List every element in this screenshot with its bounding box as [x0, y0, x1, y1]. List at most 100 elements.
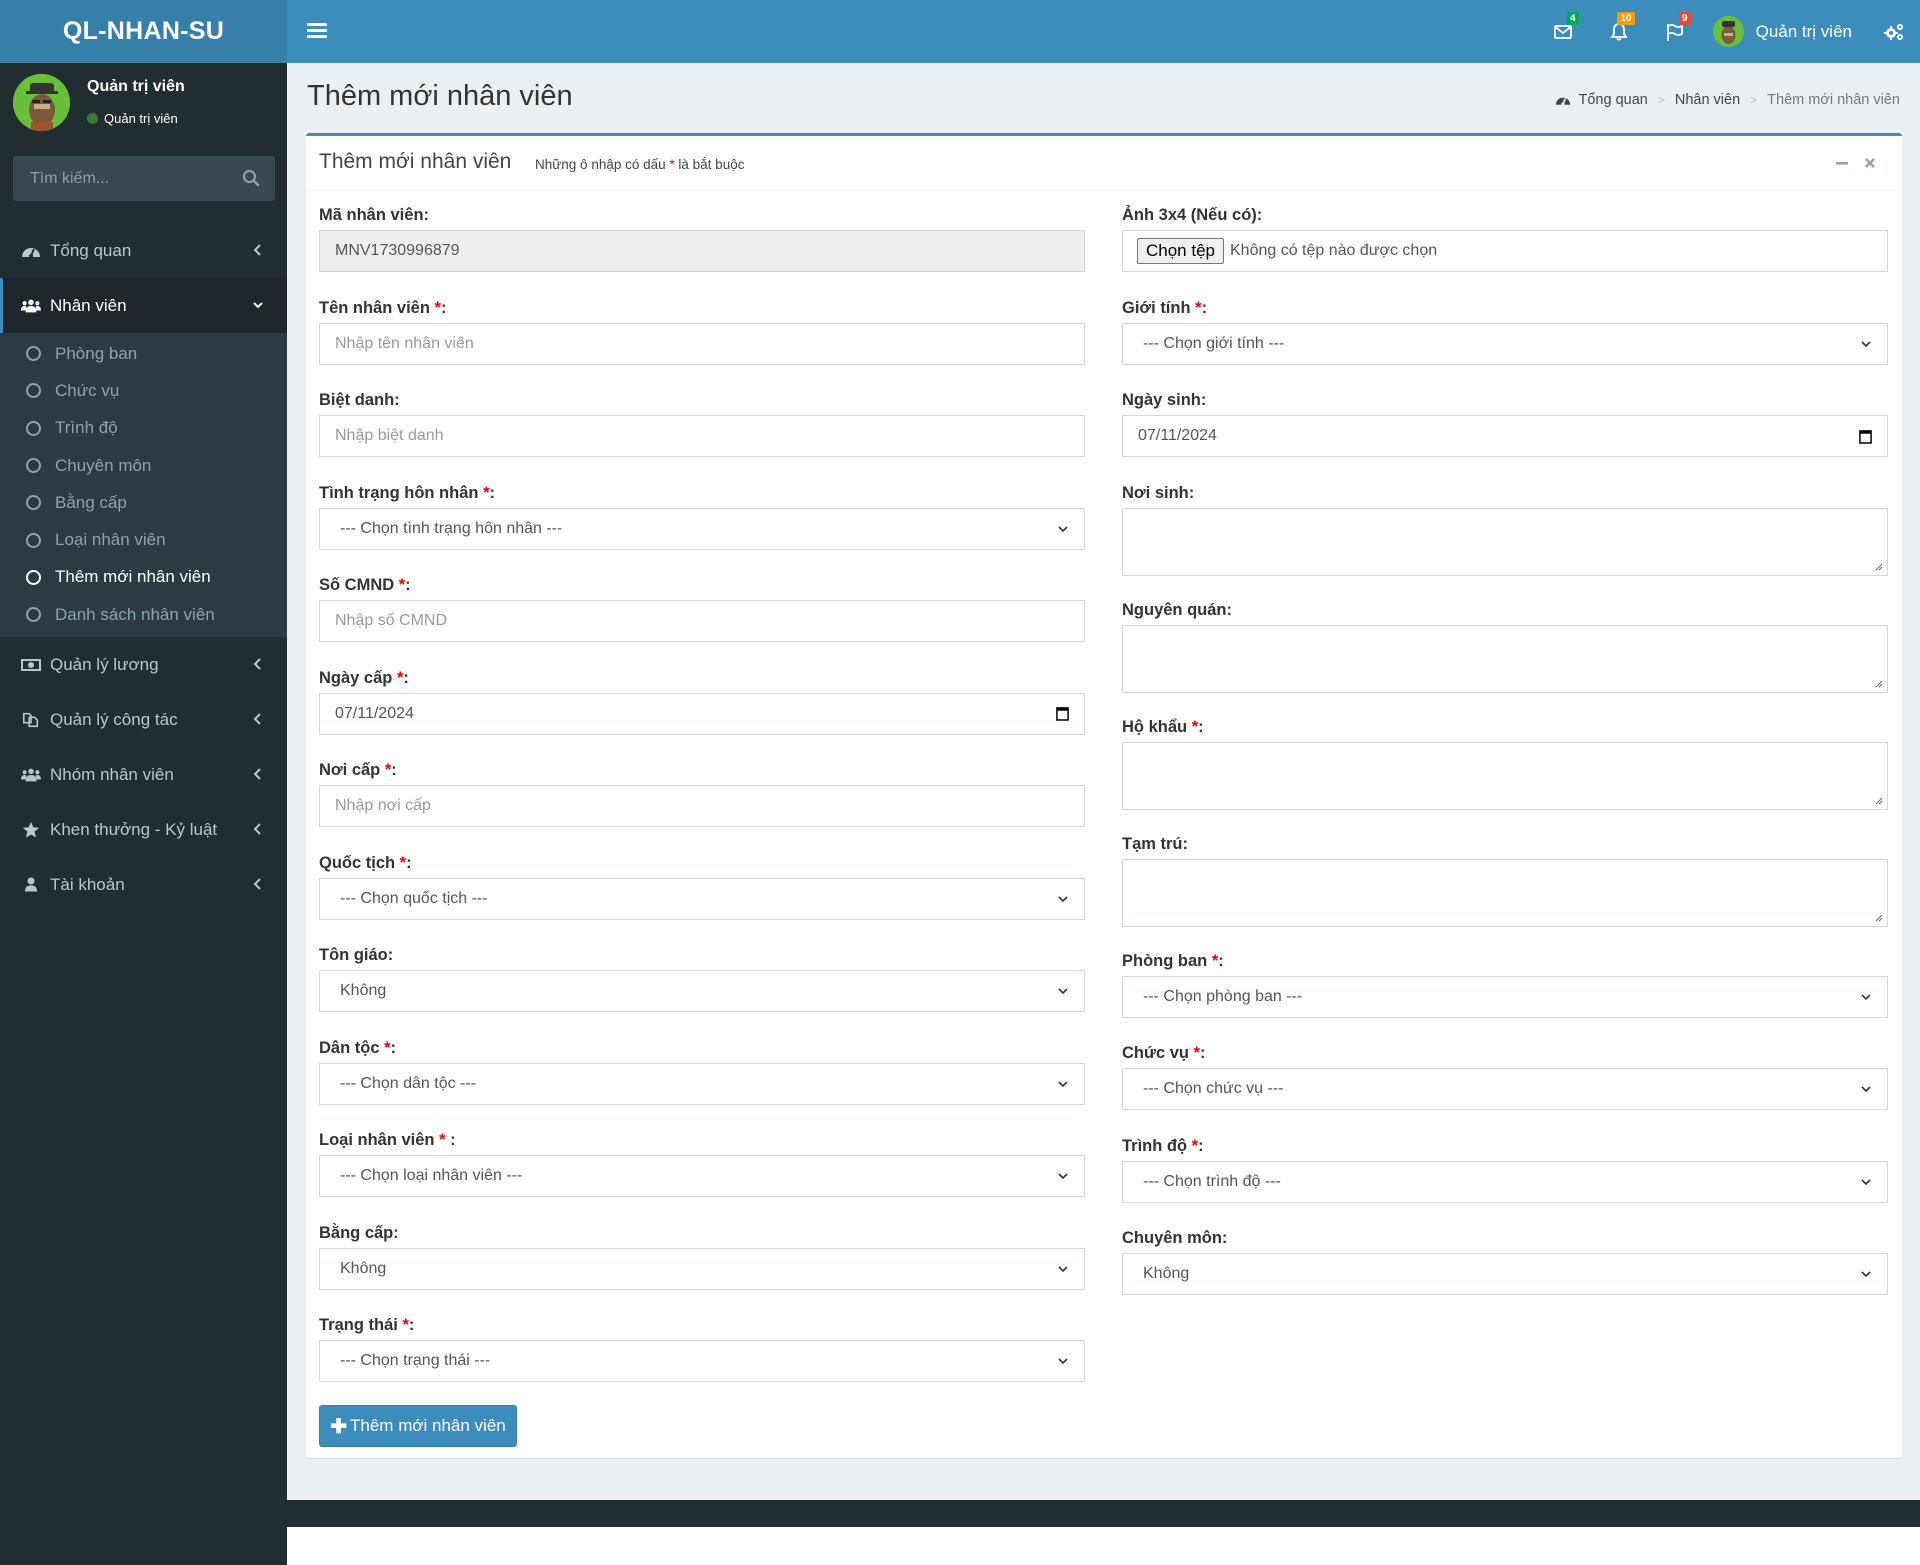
input-value: MNV1730996879: [335, 242, 460, 259]
breadcrumb-tong-quan[interactable]: Tổng quan: [1579, 92, 1648, 108]
sidebar-item-quan-ly-cong-tac[interactable]: Quản lý công tác: [0, 692, 287, 747]
ngay-sinh-date-input[interactable]: 07/11/2024: [1122, 415, 1888, 457]
sidebar-subitem-label: Chức vụ: [55, 380, 120, 400]
label-colon: :: [391, 761, 397, 779]
quoc-tich-select[interactable]: --- Chọn quốc tịch ---: [319, 877, 1085, 920]
field-nguyen-quan: Nguyên quán:: [1122, 601, 1888, 718]
chevron-down-icon: [1058, 895, 1068, 902]
nguyen-quan-textarea[interactable]: [1122, 624, 1888, 693]
chevron-left-icon: [253, 658, 261, 671]
sidebar-item-label: Tổng quan: [50, 240, 132, 260]
date-value: 07/11/2024: [1138, 427, 1217, 444]
ngay-cap-date-input[interactable]: 07/11/2024: [319, 692, 1085, 735]
bang-cap-select[interactable]: Không: [319, 1247, 1085, 1290]
hint-text: Những ô nhập có dấu: [535, 157, 670, 172]
chevron-left-icon: [253, 244, 261, 256]
field-trang-thai: Trạng thái *: --- Chọn trạng thái ---: [319, 1316, 1085, 1409]
noi-sinh-textarea[interactable]: [1122, 507, 1888, 576]
tam-tru-textarea[interactable]: [1122, 858, 1888, 927]
chuc-vu-label: Chức vụ *:: [1122, 1044, 1888, 1066]
sidebar-item-tai-khoan[interactable]: Tài khoản: [0, 857, 287, 912]
breadcrumb-separator: >: [1750, 93, 1758, 107]
users-icon: [21, 297, 41, 315]
chuc-vu-select[interactable]: --- Chọn chức vụ ---: [1122, 1068, 1888, 1110]
sidebar-search-input[interactable]: [13, 156, 275, 201]
app-logo[interactable]: QL-NHAN-SU: [0, 0, 287, 63]
chuyen-mon-label: Chuyên môn:: [1122, 1229, 1888, 1251]
field-biet-danh: Biệt danh:: [319, 391, 1085, 484]
chuyen-mon-select[interactable]: Không: [1122, 1253, 1888, 1295]
sidebar-item-label: Nhân viên: [50, 295, 127, 315]
resize-handle-icon[interactable]: [1873, 678, 1883, 688]
footer-bar: [287, 1500, 1920, 1527]
label-text: Giới tính: [1122, 298, 1196, 317]
search-icon[interactable]: [242, 169, 260, 187]
add-employee-submit-button[interactable]: ✚ Thêm mới nhân viên: [319, 1405, 517, 1447]
ten-nhan-vien-input[interactable]: [319, 322, 1085, 365]
label-text: Nơi cấp: [319, 761, 385, 779]
sidebar-toggle-button[interactable]: [307, 20, 327, 42]
biet-danh-input[interactable]: [319, 415, 1085, 457]
noi-cap-label: Nơi cấp *:: [319, 761, 1085, 783]
user-menu[interactable]: Quản trị viên: [1703, 0, 1868, 63]
tasks-badge: 9: [1679, 12, 1691, 25]
choose-file-button[interactable]: Chọn tệp: [1137, 238, 1224, 264]
ho-khau-textarea[interactable]: [1122, 741, 1888, 810]
phong-ban-select[interactable]: --- Chọn phòng ban ---: [1122, 975, 1888, 1018]
sidebar-item-tong-quan[interactable]: Tổng quan: [0, 223, 287, 278]
field-chuc-vu: Chức vụ *: --- Chọn chức vụ ---: [1122, 1044, 1888, 1137]
gioi-tinh-select[interactable]: --- Chọn giới tính ---: [1122, 322, 1888, 365]
trang-thai-select[interactable]: --- Chọn trạng thái ---: [319, 1340, 1085, 1382]
required-hint: Những ô nhập có dấu * là bắt buộc: [535, 157, 744, 172]
calendar-icon[interactable]: [1859, 429, 1872, 444]
sidebar-item-quan-ly-luong[interactable]: Quản lý lương: [0, 637, 287, 692]
sidebar-item-nhan-vien[interactable]: Nhân viên: [0, 278, 287, 333]
sidebar-subitem-bang-cap[interactable]: Bằng cấp: [0, 484, 287, 521]
sidebar-subitem-chuc-vu[interactable]: Chức vụ: [0, 372, 287, 409]
resize-handle-icon[interactable]: [1873, 795, 1883, 805]
notifications-button[interactable]: 10: [1591, 0, 1647, 63]
selected-option: --- Chọn chức vụ ---: [1143, 1080, 1284, 1097]
field-gioi-tinh: Giới tính *: --- Chọn giới tính ---: [1122, 299, 1888, 392]
biet-danh-label: Biệt danh:: [319, 391, 1085, 413]
box-header: Thêm mới nhân viên Những ô nhập có dấu *…: [306, 136, 1902, 191]
sidebar-subitem-trinh-do[interactable]: Trình độ: [0, 410, 287, 447]
sidebar-item-nhom-nhan-vien[interactable]: Nhóm nhân viên: [0, 747, 287, 802]
ton-giao-select[interactable]: Không: [319, 970, 1085, 1012]
noi-cap-input[interactable]: [319, 785, 1085, 827]
label-text: Ngày cấp: [319, 668, 397, 687]
control-sidebar-button[interactable]: [1868, 0, 1920, 63]
anh-3x4-neu-co-file-input[interactable]: Chọn tệp Không có tệp nào được chọn: [1122, 230, 1888, 272]
sidebar-subitem-loai-nhan-vien[interactable]: Loại nhân viên: [0, 521, 287, 558]
collapse-button[interactable]: [1828, 152, 1856, 174]
selected-option: --- Chọn loại nhân viên ---: [340, 1167, 523, 1184]
circle-icon: [26, 569, 41, 585]
calendar-icon[interactable]: [1056, 706, 1069, 721]
chevron-down-icon: [1058, 988, 1068, 995]
sidebar-subitem-phong-ban[interactable]: Phòng ban: [0, 335, 287, 372]
footer: [287, 1527, 1920, 1565]
ngay-cap-label: Ngày cấp *:: [319, 669, 1085, 691]
label-colon: :: [405, 576, 411, 594]
messages-button[interactable]: 4: [1535, 0, 1591, 63]
sidebar-subitem-chuyen-mon[interactable]: Chuyên môn: [0, 447, 287, 484]
breadcrumb-nhan-vien[interactable]: Nhân viên: [1675, 92, 1740, 108]
remove-button[interactable]: [1856, 152, 1884, 174]
sidebar-subitem-them-moi-nhan-vien[interactable]: Thêm mới nhân viên: [0, 559, 287, 596]
ma-nhan-vien-input[interactable]: MNV1730996879: [319, 230, 1085, 272]
sidebar-item-label: Nhóm nhân viên: [50, 764, 174, 784]
resize-handle-icon[interactable]: [1873, 561, 1883, 571]
tinh-trang-hon-nhan-select[interactable]: --- Chọn tình trạng hôn nhân ---: [319, 507, 1085, 550]
dan-toc-select[interactable]: --- Chọn dân tộc ---: [319, 1062, 1085, 1105]
chevron-down-icon: [1861, 340, 1871, 347]
tasks-button[interactable]: 9: [1647, 0, 1703, 63]
label-text: Bằng cấp:: [319, 1223, 399, 1242]
sidebar-subitem-label: Loại nhân viên: [55, 530, 166, 550]
label-suffix: :: [445, 1131, 456, 1149]
trinh-do-select[interactable]: --- Chọn trình độ ---: [1122, 1160, 1888, 1203]
so-cmnd-input[interactable]: [319, 600, 1085, 642]
loai-nhan-vien-select[interactable]: --- Chọn loại nhân viên ---: [319, 1155, 1085, 1197]
sidebar-item-khen-thuong-ky-luat[interactable]: Khen thưởng - Kỷ luật: [0, 802, 287, 857]
resize-handle-icon[interactable]: [1873, 912, 1883, 922]
sidebar-subitem-danh-sach-nhan-vien[interactable]: Danh sách nhân viên: [0, 596, 287, 633]
